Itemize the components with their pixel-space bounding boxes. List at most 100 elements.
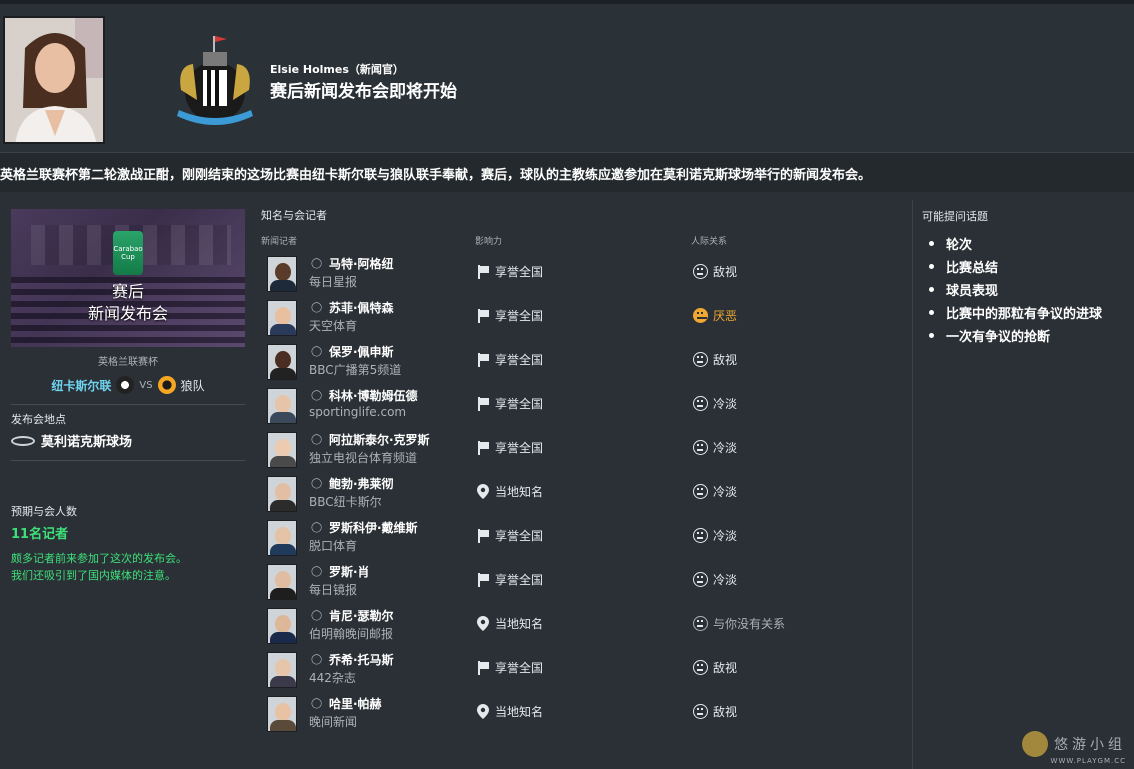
venue: 莫利诺克斯球场 — [11, 431, 245, 450]
reporter-avatar — [267, 696, 297, 732]
flag-icon — [477, 264, 489, 279]
influence: 享誉全国 — [477, 659, 543, 676]
column-divider — [912, 200, 913, 769]
influence: 享誉全国 — [477, 263, 543, 280]
person-icon: ◯ — [311, 478, 323, 489]
reporter-row[interactable]: ◯ 科林·博勒姆伍德 sportinglife.com 享誉全国 冷淡 — [261, 384, 901, 428]
event-title: 赛后 新闻发布会 — [87, 282, 168, 323]
relationship: 敌视 — [693, 351, 737, 368]
reporter-row[interactable]: ◯ 苏菲·佩特森 天空体育 享誉全国 厌恶 — [261, 296, 901, 340]
face-icon — [693, 396, 708, 411]
venue-label: 发布会地点 — [11, 413, 66, 426]
event-summary-panel: Carabao Cup 赛后 新闻发布会 英格兰联赛杯 纽卡斯尔联 VS 狼队 … — [11, 209, 245, 584]
face-icon — [693, 264, 708, 279]
wolves-mini-crest-icon — [157, 376, 176, 394]
reporter-row[interactable]: ◯ 罗斯·肖每日镜报 享誉全国 冷淡 — [261, 560, 901, 604]
topic-item: 比赛总结 — [922, 257, 1132, 280]
reporter-name[interactable]: 乔希·托马斯 — [329, 651, 394, 668]
reporter-name[interactable]: 罗斯·肖 — [329, 563, 370, 580]
face-icon — [693, 660, 708, 675]
press-officer-portrait — [3, 16, 105, 144]
reporter-outlet: BBC纽卡斯尔 — [309, 495, 382, 509]
reporter-row[interactable]: ◯ 哈里·帕赫 晚间新闻 当地知名 敌视 — [261, 692, 901, 736]
watermark-text: 悠游小组 — [1054, 737, 1126, 753]
press-room-image: Carabao Cup 赛后 新闻发布会 — [11, 209, 245, 347]
venue-name[interactable]: 莫利诺克斯球场 — [41, 431, 132, 450]
reporter-outlet: 脱口体育 — [309, 539, 358, 553]
home-team-link[interactable]: 纽卡斯尔联 — [51, 377, 111, 394]
reporter-name[interactable]: 罗斯科伊·戴维斯 — [329, 519, 418, 536]
reporter-name[interactable]: 肯尼·瑟勒尔 — [329, 607, 394, 624]
reporter-avatar — [267, 344, 297, 380]
person-icon: ◯ — [311, 566, 323, 577]
watermark-url: WWW.PLAYGM.CC — [1050, 757, 1126, 765]
reporter-name[interactable]: 哈里·帕赫 — [329, 695, 382, 712]
reporter-row[interactable]: ◯ 马特·阿格纽 每日星报 享誉全国 敌视 — [261, 252, 901, 296]
reporter-row[interactable]: ◯ 乔希·托马斯 442杂志 享誉全国 敌视 — [261, 648, 901, 692]
headline: 赛后新闻发布会即将开始 — [270, 82, 457, 102]
stadium-icon — [11, 435, 35, 446]
influence: 当地知名 — [477, 703, 543, 720]
pin-icon — [477, 484, 489, 499]
reporter-row[interactable]: ◯ 保罗·佩申斯 BBC广播第5频道 享誉全国 敌视 — [261, 340, 901, 384]
reporter-outlet: 天空体育 — [309, 319, 358, 333]
newcastle-mini-crest-icon — [116, 376, 135, 394]
relationship-label: 冷淡 — [713, 573, 738, 587]
reporter-avatar — [267, 256, 297, 292]
pin-icon — [477, 616, 489, 631]
person-icon: ◯ — [311, 258, 323, 269]
relationship: 冷淡 — [693, 439, 737, 456]
reporters-list: ◯ 马特·阿格纽 每日星报 享誉全国 敌视 ◯ 苏菲·佩特森 天空体育 享誉全国 厌恶 ◯ 保罗·佩申… — [261, 252, 901, 736]
relationship: 冷淡 — [693, 483, 737, 500]
reporter-avatar — [267, 520, 297, 556]
reporter-row[interactable]: ◯ 鲍勃·弗莱彻 BBC纽卡斯尔 当地知名 冷淡 — [261, 472, 901, 516]
reporters-title: 知名与会记者 — [261, 209, 327, 222]
reporter-name[interactable]: 马特·阿格纽 — [329, 255, 394, 272]
face-icon — [693, 572, 708, 587]
reporter-name[interactable]: 鲍勃·弗莱彻 — [329, 475, 394, 492]
flag-icon — [477, 396, 489, 411]
face-icon — [693, 704, 708, 719]
reporter-outlet: 442杂志 — [309, 671, 356, 685]
reporter-outlet: 伯明翰晚间邮报 — [309, 627, 394, 641]
speaker-name: Elsie Holmes（新闻官） — [270, 63, 404, 76]
face-icon — [693, 308, 708, 323]
attendance-note: 颇多记者前来参加了这次的发布会。 我们还吸引到了国内媒体的注意。 — [11, 552, 187, 582]
reporter-outlet: 晚间新闻 — [309, 715, 358, 729]
pin-icon — [477, 704, 489, 719]
reporter-name[interactable]: 保罗·佩申斯 — [329, 343, 394, 360]
influence-label: 享誉全国 — [495, 309, 544, 323]
reporters-table: 知名与会记者 新闻记者 影响力 人际关系 ◯ 马特·阿格纽 每日星报 享誉全国 敌视 ◯ 苏… — [261, 207, 901, 732]
reporter-outlet: 独立电视台体育频道 — [309, 451, 418, 465]
flag-icon — [477, 440, 489, 455]
person-icon: ◯ — [311, 522, 323, 533]
intro-text: 英格兰联赛杯第二轮激战正酣，刚刚结束的这场比赛由纽卡斯尔联与狼队联手奉献，赛后，… — [0, 168, 872, 183]
carabao-cup-icon: Carabao Cup — [113, 231, 143, 275]
influence: 享誉全国 — [477, 571, 543, 588]
reporter-name[interactable]: 科林·博勒姆伍德 — [329, 387, 418, 404]
reporter-avatar — [267, 388, 297, 424]
relationship-label: 厌恶 — [713, 309, 738, 323]
influence: 享誉全国 — [477, 527, 543, 544]
reporter-row[interactable]: ◯ 罗斯科伊·戴维斯 脱口体育 享誉全国 冷淡 — [261, 516, 901, 560]
reporter-name[interactable]: 阿拉斯泰尔·克罗斯 — [329, 431, 430, 448]
competition-name: 英格兰联赛杯 — [98, 357, 158, 368]
influence-label: 享誉全国 — [495, 353, 544, 367]
reporter-row[interactable]: ◯ 肯尼·瑟勒尔 伯明翰晚间邮报 当地知名 与你没有关系 — [261, 604, 901, 648]
topic-item: 比赛中的那粒有争议的进球 — [922, 303, 1132, 326]
relationship-label: 敌视 — [713, 353, 738, 367]
reporter-name[interactable]: 苏菲·佩特森 — [329, 299, 394, 316]
influence-label: 享誉全国 — [495, 397, 544, 411]
topic-item: 一次有争议的抢断 — [922, 326, 1132, 349]
reporter-outlet: 每日镜报 — [309, 583, 358, 597]
reporter-row[interactable]: ◯ 阿拉斯泰尔·克罗斯 独立电视台体育频道 享誉全国 冷淡 — [261, 428, 901, 472]
reporter-outlet: BBC广播第5频道 — [309, 363, 402, 377]
reporter-avatar — [267, 652, 297, 688]
fixture: 纽卡斯尔联 VS 狼队 — [11, 376, 245, 394]
face-icon — [693, 528, 708, 543]
flag-icon — [477, 660, 489, 675]
influence-label: 享誉全国 — [495, 265, 544, 279]
person-icon: ◯ — [311, 390, 323, 401]
col-header-reporter: 新闻记者 — [261, 237, 298, 247]
away-team-link[interactable]: 狼队 — [181, 377, 205, 394]
